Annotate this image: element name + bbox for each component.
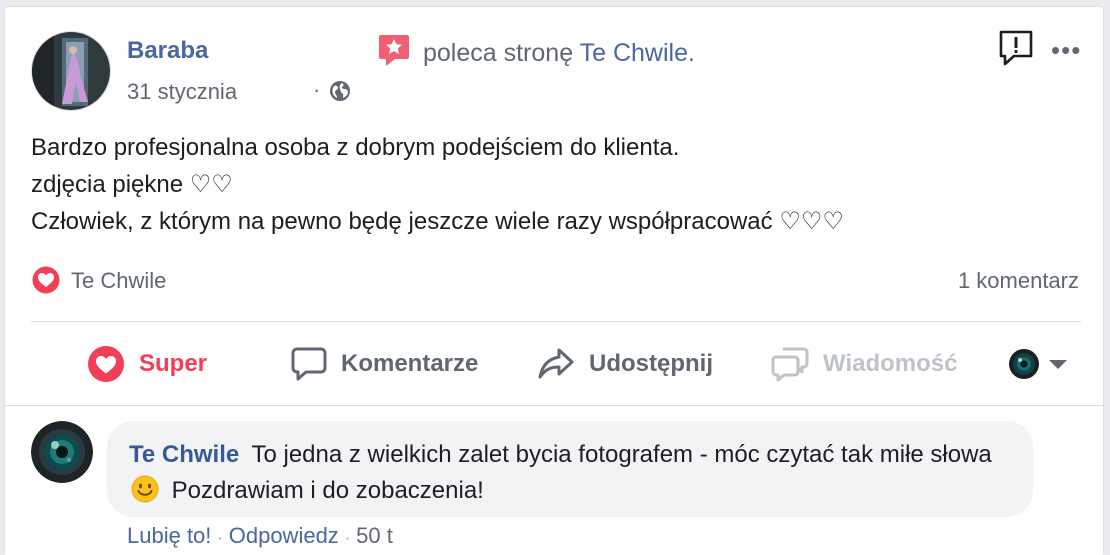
author-avatar[interactable] — [31, 31, 111, 111]
recommends-text: poleca stronę — [423, 39, 574, 67]
comment-count[interactable]: 1 komentarz — [958, 268, 1079, 294]
comment-like-link[interactable]: Lubię to! — [127, 523, 211, 548]
meta-separator: · — [217, 530, 223, 547]
meta-separator: · — [313, 77, 321, 102]
smile-emoji-icon — [131, 475, 159, 503]
recommendation-line: poleca stronę Te Chwile. — [423, 39, 695, 68]
recommended-page-link[interactable]: Te Chwile — [580, 39, 688, 67]
page-avatar-icon — [1009, 349, 1039, 379]
super-reaction-button[interactable]: Super — [87, 343, 207, 385]
comment-actions: Lubię to! · Odpowiedz · 50 t — [127, 523, 393, 549]
report-icon[interactable] — [997, 29, 1035, 67]
page-avatar-dropdown[interactable] — [1007, 347, 1069, 381]
comment-button[interactable]: Komentarze — [291, 343, 478, 385]
message-label: Wiadomość — [823, 350, 958, 377]
love-reaction-icon[interactable] — [31, 265, 61, 295]
comment-text: To jedna z wielkich zalet bycia fotograf… — [251, 441, 992, 468]
reaction-names[interactable]: Te Chwile — [71, 268, 166, 294]
share-label: Udostępnij — [589, 350, 713, 377]
divider — [4, 405, 1104, 406]
comment-bubble: Te Chwile To jedna z wielkich zalet byci… — [107, 421, 1033, 517]
comment-reply-link[interactable]: Odpowiedz — [229, 523, 339, 548]
globe-icon[interactable] — [329, 80, 351, 102]
super-label: Super — [139, 350, 208, 377]
post-text: Bardzo profesjonalna osoba z dobrym pode… — [31, 129, 844, 240]
post-card: Baraba 31 stycznia · poleca stronę Te Ch… — [4, 6, 1104, 555]
post-text-line: zdjęcia piękne ♡♡ — [31, 171, 233, 198]
message-bubbles-icon — [771, 347, 809, 382]
comment-label: Komentarze — [341, 350, 479, 377]
message-button[interactable]: Wiadomość — [771, 343, 957, 385]
recommend-star-icon — [377, 33, 411, 67]
share-button[interactable]: Udostępnij — [537, 343, 713, 385]
comment-bubble-icon — [291, 347, 327, 381]
recommendation-period: . — [687, 39, 695, 67]
more-options-icon[interactable]: ••• — [1051, 35, 1081, 66]
comment-text-continued: Pozdrawiam i do zobaczenia! — [171, 477, 484, 504]
post-date[interactable]: 31 stycznia — [127, 79, 237, 105]
post-text-line: Człowiek, z którym na pewno będę jeszcze… — [31, 208, 844, 235]
divider — [31, 321, 1081, 322]
chevron-down-icon — [1049, 360, 1067, 369]
post-text-line: Bardzo profesjonalna osoba z dobrym pode… — [31, 134, 680, 161]
meta-separator: · — [344, 530, 351, 547]
comment-author-avatar[interactable] — [31, 421, 93, 483]
comment-author-name[interactable]: Te Chwile — [129, 441, 239, 468]
post-author-name[interactable]: Baraba — [127, 37, 208, 65]
share-arrow-icon — [538, 348, 574, 379]
comment-timestamp[interactable]: 50 t — [356, 523, 393, 548]
love-icon — [88, 346, 124, 382]
